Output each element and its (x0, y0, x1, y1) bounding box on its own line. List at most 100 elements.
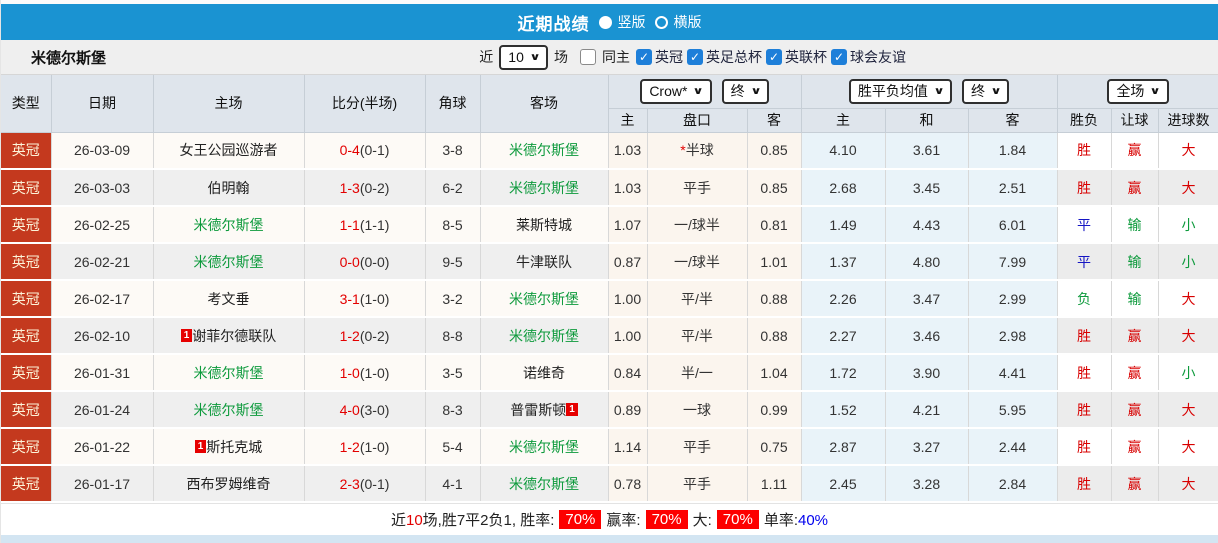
handicap-cell: 平手 (647, 169, 748, 207)
avg-away-cell: 2.51 (968, 169, 1058, 207)
corners-cell: 3-5 (425, 354, 481, 392)
odds-home-cell: 1.03 (608, 132, 648, 170)
score-cell: 1-1(1-1) (304, 206, 426, 244)
red-card-badge: 1 (180, 328, 193, 342)
halftime-score: (1-0) (359, 364, 390, 381)
away-team-cell: 米德尔斯堡 (480, 317, 609, 355)
odds-source-select[interactable]: Crow* ∨ (640, 78, 712, 104)
avg-away-cell: 4.41 (968, 354, 1058, 392)
odds-time-select[interactable]: 终 ∨ (721, 78, 769, 104)
odds-away-cell: 1.11 (747, 465, 802, 503)
competition-checkbox[interactable]: ✓ 英冠 (636, 47, 683, 67)
scope-value: 全场 (1116, 82, 1145, 99)
league-type-cell: 英冠 (1, 428, 52, 466)
odds-home-cell: 0.89 (608, 391, 648, 429)
chevron-down-icon: ∨ (1149, 85, 1162, 97)
avg-time-select[interactable]: 终 ∨ (962, 78, 1010, 104)
goals-result-cell: 大 (1158, 169, 1218, 207)
handicap-cell: 平/半 (647, 317, 748, 355)
home-team-cell: 米德尔斯堡 (153, 243, 305, 281)
handicap-cell: 一/球半 (647, 243, 748, 281)
radio-unselected-icon (654, 15, 668, 29)
avg-away-cell: 2.99 (968, 280, 1058, 318)
handicap-result-cell: 赢 (1111, 132, 1159, 170)
checkbox-checked-icon: ✓ (831, 49, 847, 65)
table-row: 英冠 26-01-31 米德尔斯堡 1-0(1-0) 3-5 诺维奇 0.84 半/一 1.04… (1, 354, 1218, 392)
goals-result-cell: 大 (1158, 317, 1218, 355)
team-label: 考文垂 (207, 290, 250, 307)
goals-result-cell: 大 (1158, 280, 1218, 318)
team-label: 女王公园巡游者 (179, 142, 278, 159)
matches-count-select[interactable]: 10 ∨ (499, 44, 548, 70)
away-team-cell: 诺维奇 (480, 354, 609, 392)
odds-away-cell: 0.88 (747, 317, 802, 355)
filter-controls: 近 10 ∨ 场 同主 ✓ 英冠 ✓ 英足总杯 ✓ 英联杯 ✓ 球会友谊 (479, 44, 906, 70)
checkbox-checked-icon: ✓ (687, 49, 703, 65)
team-label: 莱斯特城 (516, 216, 572, 233)
halftime-score: (0-0) (359, 253, 390, 270)
corners-cell: 3-2 (425, 280, 481, 318)
halftime-score: (1-0) (359, 438, 390, 455)
subcol-outcome: 胜负 (1057, 108, 1112, 133)
handicap-cell: 一球 (647, 391, 748, 429)
avg-away-cell: 7.99 (968, 243, 1058, 281)
avg-type-value: 胜平负均值 (857, 82, 928, 99)
handicap-result-cell: 赢 (1111, 428, 1159, 466)
fulltime-score: 3-1 (339, 290, 360, 307)
avg-draw-cell: 3.28 (885, 465, 969, 503)
col-header-score: 比分(半场) (304, 75, 426, 133)
win-rate-badge: 70% (559, 509, 602, 529)
corners-cell: 6-2 (425, 169, 481, 207)
handicap-result-cell: 输 (1111, 243, 1159, 281)
page-title: 近期战绩 (517, 14, 590, 34)
score-cell: 1-3(0-2) (304, 169, 426, 207)
goals-result-cell: 小 (1158, 206, 1218, 244)
same-home-checkbox[interactable]: 同主 (580, 47, 630, 67)
goals-result-cell: 大 (1158, 465, 1218, 503)
team-label: 普雷斯顿 (510, 401, 567, 418)
odds-home-cell: 1.14 (608, 428, 648, 466)
home-team-cell: 米德尔斯堡 (153, 354, 305, 392)
fulltime-score: 4-0 (339, 401, 360, 418)
vertical-layout-radio[interactable]: 竖版 (598, 12, 646, 32)
col-header-away: 客场 (480, 75, 609, 133)
handicap-result-cell: 输 (1111, 280, 1159, 318)
fulltime-score: 1-2 (339, 327, 360, 344)
team-label: 谢菲尔德联队 (192, 327, 277, 344)
handicap-label: 平手 (683, 475, 711, 492)
red-card-badge: 1 (194, 439, 207, 453)
outcome-cell: 胜 (1057, 317, 1112, 355)
team-name: 米德尔斯堡 (31, 49, 107, 67)
avg-away-cell: 1.84 (968, 132, 1058, 170)
col-header-home: 主场 (153, 75, 305, 133)
away-team-cell: 莱斯特城 (480, 206, 609, 244)
odds-away-cell: 0.88 (747, 280, 802, 318)
avg-home-cell: 4.10 (801, 132, 886, 170)
competition-checkbox[interactable]: ✓ 英足总杯 (687, 47, 762, 67)
table-row: 英冠 26-01-17 西布罗姆维奇 2-3(0-1) 4-1 米德尔斯堡 0.78 平手 1.… (1, 465, 1218, 503)
scope-select[interactable]: 全场 ∨ (1107, 78, 1169, 104)
handicap-label: 平手 (683, 179, 711, 196)
competition-checkbox[interactable]: ✓ 英联杯 (766, 47, 827, 67)
team-label: 斯托克城 (206, 438, 263, 455)
team-label: 米德尔斯堡 (193, 401, 264, 418)
summary-footer: 近10场,胜7平2负1, 胜率: 70% 赢率: 70% 大: 70% 单率:4… (1, 503, 1218, 534)
league-type-cell: 英冠 (1, 132, 52, 170)
handicap-label: 平/半 (681, 327, 713, 344)
handicap-result-cell: 输 (1111, 206, 1159, 244)
odds-home-cell: 1.00 (608, 280, 648, 318)
horizontal-layout-radio[interactable]: 横版 (654, 12, 702, 32)
outcome-cell: 胜 (1057, 354, 1112, 392)
summary-text: 场,胜7平2负1, 胜率: (422, 511, 555, 529)
odds-away-cell: 0.81 (747, 206, 802, 244)
competition-label: 球会友谊 (850, 49, 906, 65)
avg-type-select[interactable]: 胜平负均值 ∨ (848, 78, 952, 104)
home-team-cell: 1 斯托克城 (153, 428, 305, 466)
fulltime-score: 0-0 (339, 253, 360, 270)
away-team-cell: 米德尔斯堡 (480, 169, 609, 207)
fulltime-score: 0-4 (339, 142, 360, 159)
competition-checkbox[interactable]: ✓ 球会友谊 (831, 47, 906, 67)
team-label: 米德尔斯堡 (509, 327, 579, 344)
odds-away-cell: 0.85 (747, 169, 802, 207)
home-team-cell: 伯明翰 (153, 169, 305, 207)
